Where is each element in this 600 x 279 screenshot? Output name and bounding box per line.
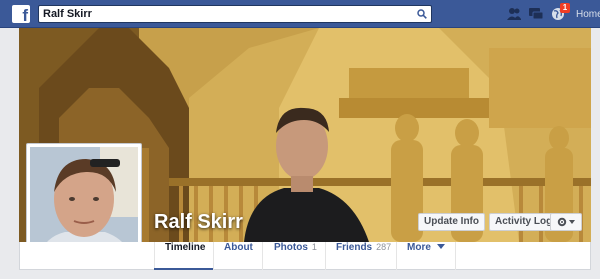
search-box[interactable] bbox=[38, 5, 432, 23]
profile-name[interactable]: Ralf Skirr bbox=[154, 211, 243, 234]
search-input[interactable] bbox=[43, 6, 403, 22]
top-navigation-bar: f 1 Home bbox=[0, 0, 600, 28]
friend-requests-icon[interactable] bbox=[506, 6, 522, 22]
tab-photos[interactable]: Photos 1 bbox=[274, 242, 317, 269]
tab-about[interactable]: About bbox=[224, 242, 253, 269]
active-tab-indicator bbox=[154, 268, 214, 270]
messages-icon[interactable] bbox=[528, 6, 544, 22]
tab-more-label: More bbox=[407, 242, 431, 253]
settings-dropdown-button[interactable] bbox=[550, 213, 582, 231]
notification-badge: 1 bbox=[560, 3, 570, 13]
tab-more[interactable]: More bbox=[407, 242, 445, 269]
tab-photos-label: Photos bbox=[274, 242, 308, 253]
chevron-down-icon bbox=[436, 244, 445, 249]
gear-icon bbox=[557, 217, 575, 227]
avatar bbox=[30, 147, 138, 255]
tab-friends-label: Friends bbox=[336, 242, 373, 253]
activity-log-button[interactable]: Activity Log bbox=[489, 213, 559, 231]
tab-friends-count: 287 bbox=[376, 242, 392, 252]
profile-tabs-bar: Timeline About Photos 1 Friends 287 More bbox=[19, 242, 591, 270]
tab-timeline[interactable]: Timeline bbox=[165, 242, 205, 269]
facebook-logo-icon[interactable]: f bbox=[12, 5, 30, 25]
update-info-button[interactable]: Update Info bbox=[418, 213, 485, 231]
tab-photos-count: 1 bbox=[311, 242, 317, 252]
search-icon[interactable] bbox=[417, 9, 427, 19]
tab-friends[interactable]: Friends 287 bbox=[336, 242, 391, 269]
home-link[interactable]: Home bbox=[576, 9, 600, 20]
